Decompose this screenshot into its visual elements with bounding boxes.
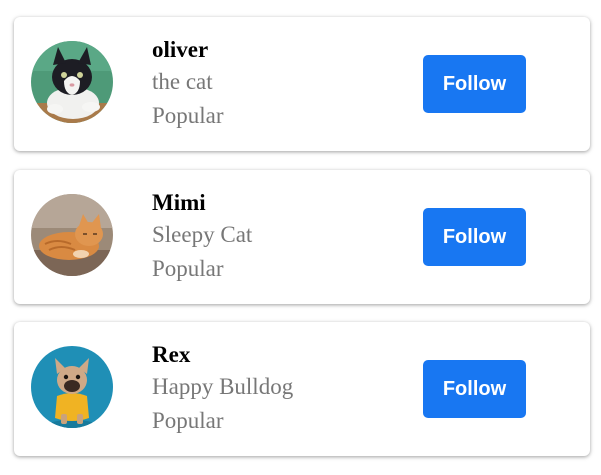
profile-subtitle: Sleepy Cat — [152, 222, 253, 247]
profile-name: oliver — [152, 37, 209, 62]
profile-card-list: oliver the cat Popular Follow Mimi Sleep… — [0, 0, 601, 475]
follow-button[interactable]: Follow — [423, 360, 526, 418]
profile-name: Rex — [152, 342, 191, 367]
follow-button[interactable]: Follow — [423, 55, 526, 113]
profile-info: oliver the cat Popular — [152, 35, 224, 133]
profile-subtitle: Happy Bulldog — [152, 374, 294, 399]
profile-subtitle: the cat — [152, 69, 213, 94]
profile-info: Mimi Sleepy Cat Popular — [152, 188, 252, 286]
profile-info: Rex Happy Bulldog Popular — [152, 340, 293, 438]
cat-avatar-icon[interactable] — [31, 194, 113, 276]
profile-card: Rex Happy Bulldog Popular Follow — [14, 322, 590, 456]
follow-button[interactable]: Follow — [423, 208, 526, 266]
cat-avatar-icon[interactable] — [31, 41, 113, 123]
profile-card: Mimi Sleepy Cat Popular Follow — [14, 170, 590, 304]
profile-tag: Popular — [152, 256, 224, 281]
profile-tag: Popular — [152, 408, 224, 433]
dog-avatar-icon[interactable] — [31, 346, 113, 428]
profile-tag: Popular — [152, 103, 224, 128]
profile-name: Mimi — [152, 190, 206, 215]
profile-card: oliver the cat Popular Follow — [14, 17, 590, 151]
